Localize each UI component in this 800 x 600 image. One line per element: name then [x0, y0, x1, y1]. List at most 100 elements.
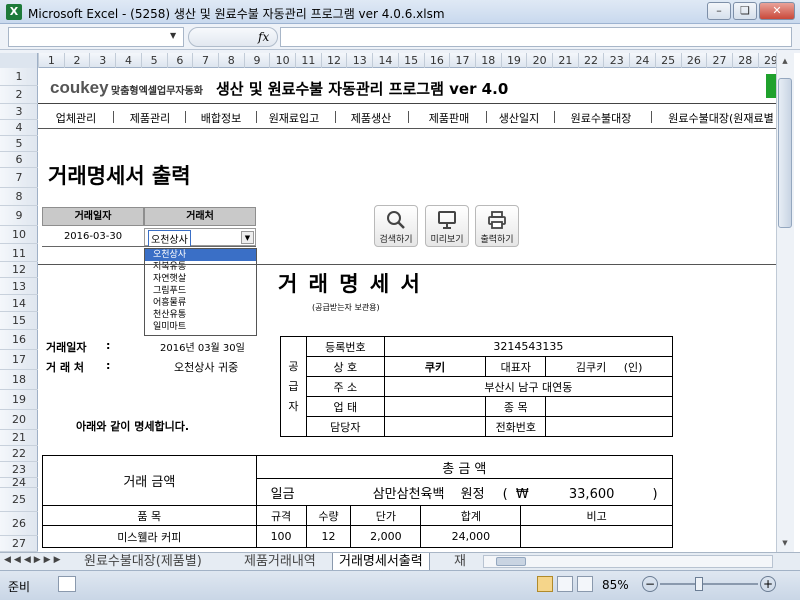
insert-function-icon[interactable]: fx: [258, 30, 269, 44]
zoom-in-icon[interactable]: +: [760, 576, 776, 592]
search-button[interactable]: 검색하기: [374, 205, 418, 247]
row-header-cell[interactable]: 4: [0, 120, 38, 136]
row-header-cell[interactable]: 13: [0, 278, 38, 295]
column-header-cell[interactable]: 3: [89, 53, 115, 68]
chevron-down-icon[interactable]: ▼: [241, 231, 254, 244]
column-header-cell[interactable]: 7: [192, 53, 218, 68]
dropdown-option[interactable]: 천산유통: [145, 309, 256, 321]
column-header-cell[interactable]: 20: [526, 53, 552, 68]
dropdown-option[interactable]: 오천상사: [145, 249, 256, 261]
menu-item[interactable]: 배합정보: [192, 110, 250, 126]
menu-item[interactable]: 원재료입고: [259, 110, 329, 126]
column-header-cell[interactable]: 18: [474, 53, 501, 68]
column-header-cell[interactable]: 11: [295, 53, 321, 68]
column-header-cell[interactable]: 1: [38, 53, 64, 68]
row-header-cell[interactable]: 2: [0, 86, 38, 104]
row-header-cell[interactable]: 19: [0, 390, 38, 410]
row-header-cell[interactable]: 24: [0, 477, 38, 488]
zoom-slider-track[interactable]: [660, 583, 758, 585]
row-header-cell[interactable]: 1: [0, 68, 38, 86]
column-header-cell[interactable]: 8: [217, 53, 244, 68]
scroll-thumb[interactable]: [778, 78, 792, 228]
row-header-cell[interactable]: 10: [0, 226, 38, 244]
column-header-cell[interactable]: 12: [320, 53, 347, 68]
dropdown-option[interactable]: 자연햇살: [145, 273, 256, 285]
column-header-cell[interactable]: 9: [243, 53, 270, 68]
page-break-view-icon[interactable]: [577, 576, 593, 592]
dropdown-option[interactable]: 일미마트: [145, 321, 256, 333]
client-select[interactable]: 오천상사 ▼: [144, 228, 256, 247]
row-header-cell[interactable]: 11: [0, 246, 38, 262]
column-header-cell[interactable]: 25: [654, 53, 681, 68]
column-header-cell[interactable]: 14: [372, 53, 398, 68]
print-button[interactable]: 출력하기: [475, 205, 519, 247]
sheet-tab[interactable]: 제품거래내역: [238, 553, 322, 570]
row-header-cell[interactable]: 18: [0, 370, 38, 390]
column-header-cell[interactable]: 2: [63, 53, 90, 68]
column-header-cell[interactable]: 13: [346, 53, 372, 68]
dropdown-option[interactable]: 저복유통: [145, 261, 256, 273]
select-all-corner[interactable]: [0, 53, 38, 68]
column-header-cell[interactable]: 5: [140, 53, 167, 68]
column-header-cell[interactable]: 4: [115, 53, 141, 68]
macro-record-icon[interactable]: [58, 576, 76, 592]
column-header-cell[interactable]: 23: [603, 53, 629, 68]
column-header-cell[interactable]: 28: [731, 53, 758, 68]
column-header-cell[interactable]: 22: [577, 53, 604, 68]
row-header-cell[interactable]: 16: [0, 330, 38, 350]
name-box[interactable]: [8, 27, 184, 47]
zoom-level[interactable]: 85%: [602, 578, 629, 592]
row-header-cell[interactable]: 9: [0, 206, 38, 226]
row-header-cell[interactable]: 3: [0, 104, 38, 120]
column-header-cell[interactable]: 21: [552, 53, 578, 68]
page-layout-view-icon[interactable]: [557, 576, 573, 592]
scroll-down-icon[interactable]: ▼: [778, 537, 792, 550]
close-button[interactable]: ✕: [759, 2, 795, 20]
menu-item[interactable]: 제품관리: [121, 110, 179, 126]
row-header-cell[interactable]: 22: [0, 446, 38, 462]
row-header-cell[interactable]: 7: [0, 168, 38, 188]
row-header-cell[interactable]: 5: [0, 136, 38, 152]
restore-button[interactable]: ❏: [733, 2, 757, 20]
chevron-down-icon[interactable]: ▼: [170, 31, 176, 40]
menu-item[interactable]: 제품판매: [418, 110, 480, 126]
column-header-cell[interactable]: 10: [269, 53, 295, 68]
tab-nav-arrows[interactable]: ◀◀◀▶▶▶: [4, 555, 64, 565]
column-header-cell[interactable]: 27: [706, 53, 732, 68]
column-header-cell[interactable]: 16: [423, 53, 450, 68]
row-header-cell[interactable]: 27: [0, 536, 38, 552]
row-header-cell[interactable]: 17: [0, 350, 38, 370]
normal-view-icon[interactable]: [537, 576, 553, 592]
row-header-cell[interactable]: 26: [0, 512, 38, 536]
sheet-tab[interactable]: 재: [448, 553, 472, 570]
row-header-cell[interactable]: 8: [0, 188, 38, 206]
row-header-cell[interactable]: 20: [0, 410, 38, 430]
menu-item[interactable]: 생산일지: [490, 110, 548, 126]
column-header-cell[interactable]: 24: [629, 53, 655, 68]
menu-item[interactable]: 업체관리: [45, 110, 107, 126]
minimize-button[interactable]: –: [707, 2, 731, 20]
menu-item[interactable]: 원료수불대장(원재료별: [661, 110, 776, 126]
column-header-cell[interactable]: 17: [449, 53, 475, 68]
column-header-cell[interactable]: 15: [397, 53, 424, 68]
menu-item[interactable]: 원료수불대장: [557, 110, 645, 126]
horizontal-scrollbar[interactable]: [483, 555, 773, 568]
column-header-cell[interactable]: 26: [680, 53, 707, 68]
menu-item[interactable]: 제품생산: [340, 110, 402, 126]
column-header-cell[interactable]: 19: [500, 53, 527, 68]
worksheet[interactable]: coukey 맞춤형엑셀업무자동화 생산 및 원료수불 자동관리 프로그램 ve…: [38, 68, 776, 552]
sheet-tab[interactable]: 거래명세서출력: [332, 553, 430, 570]
row-header-cell[interactable]: 21: [0, 430, 38, 446]
scroll-up-icon[interactable]: ▲: [778, 55, 792, 68]
dropdown-option[interactable]: 그림푸드: [145, 285, 256, 297]
h-scroll-thumb[interactable]: [496, 557, 526, 566]
zoom-slider-thumb[interactable]: [695, 577, 703, 591]
client-dropdown-list[interactable]: 오천상사 저복유통 자연햇살 그림푸드 어흥물류 천산유통 일미마트: [144, 248, 257, 336]
date-value[interactable]: 2016-03-30: [42, 228, 144, 246]
column-header-cell[interactable]: 6: [166, 53, 193, 68]
row-header-cell[interactable]: 12: [0, 262, 38, 278]
formula-input[interactable]: [280, 27, 792, 47]
dropdown-option[interactable]: 어흥물류: [145, 297, 256, 309]
row-header-cell[interactable]: 6: [0, 152, 38, 168]
row-header-cell[interactable]: 14: [0, 295, 38, 312]
